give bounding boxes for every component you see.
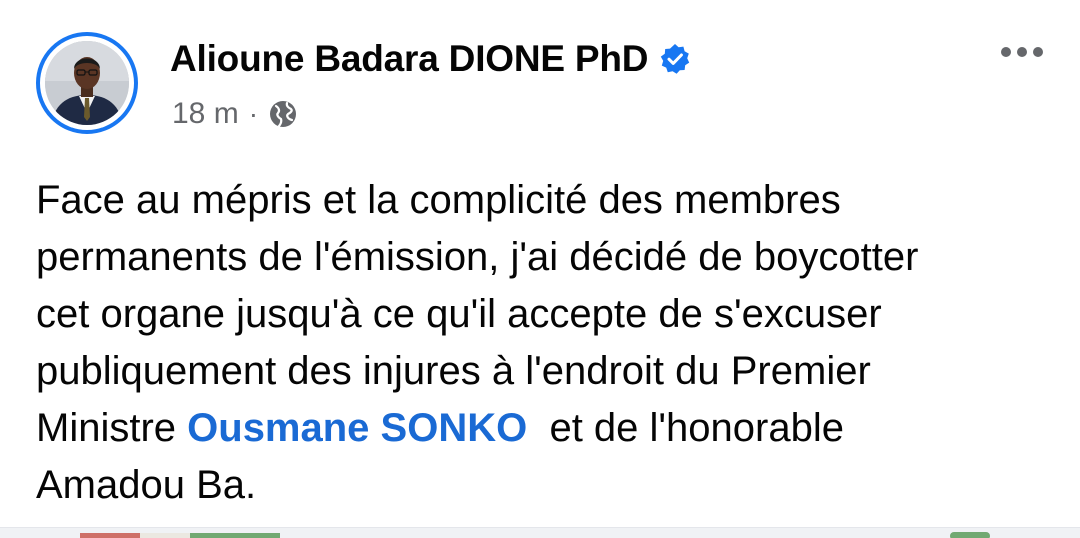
facebook-post: Alioune Badara DIONE PhD 18 m · Face au … <box>0 0 1080 538</box>
post-meta: 18 m · <box>172 94 298 134</box>
post-text-line: permanents de l'émission, j'ai décidé de… <box>36 235 919 279</box>
post-timestamp[interactable]: 18 m <box>172 97 239 131</box>
post-text-line: publiquement des injures à l'endroit du … <box>36 349 871 393</box>
more-horizontal-icon-dot <box>1017 47 1027 57</box>
image-fragment <box>80 533 280 538</box>
author-name[interactable]: Alioune Badara DIONE PhD <box>170 38 649 80</box>
post-text-line: Amadou Ba. <box>36 463 257 507</box>
globe-icon[interactable] <box>268 99 298 129</box>
post-text-line-with-mention: Ministre Ousmane SONKO et de l'honorable <box>36 400 1056 457</box>
avatar[interactable] <box>36 32 138 134</box>
more-options-button[interactable] <box>994 34 1050 70</box>
post-text-fragment: et de l'honorable <box>527 406 844 450</box>
verified-badge-icon <box>658 42 692 76</box>
post-text-line: cet organe jusqu'à ce qu'il accepte de s… <box>36 292 882 336</box>
more-horizontal-icon-dot <box>1033 47 1043 57</box>
meta-separator: · <box>248 98 259 129</box>
avatar-photo <box>45 41 129 125</box>
post-text-line: Face au mépris et la complicité des memb… <box>36 178 841 222</box>
image-fragment <box>950 532 990 538</box>
post-body: Face au mépris et la complicité des memb… <box>36 172 1056 514</box>
author-row: Alioune Badara DIONE PhD <box>170 34 692 84</box>
mention-link[interactable]: Ousmane SONKO <box>187 406 527 450</box>
post-text-fragment: Ministre <box>36 406 188 450</box>
more-horizontal-icon-dot <box>1001 47 1011 57</box>
attached-image-edge[interactable] <box>0 527 1080 538</box>
